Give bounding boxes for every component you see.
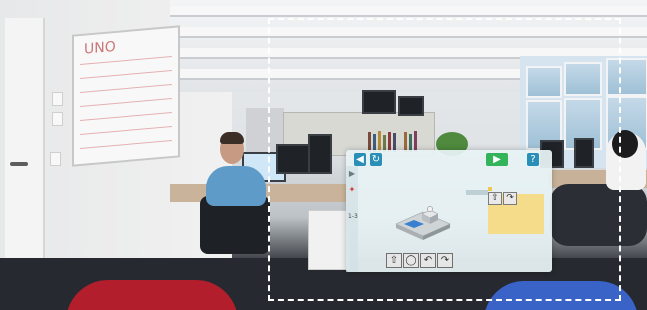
help-button[interactable]: ? bbox=[527, 153, 539, 166]
side-column: ▶ ✦ 1-3 bbox=[346, 166, 358, 272]
game-panel: ◀ ↻ ▶ ? ▶ ✦ 1-3 ⇧ ↷ ⇧ ◯ ↶ ↷ bbox=[346, 150, 552, 272]
turn-left-command-icon[interactable]: ↶ bbox=[420, 253, 436, 268]
photo-scene: UNO ◀ ↻ ▶ ? ▶ ✦ 1-3 ⇧ ↷ ⇧ ◯ ↶ ↷ bbox=[0, 0, 647, 310]
back-icon: ◀ bbox=[356, 154, 364, 165]
wall-socket bbox=[52, 112, 63, 126]
robot-icon bbox=[427, 206, 433, 212]
bulb-icon[interactable]: ✦ bbox=[348, 186, 356, 194]
help-icon: ? bbox=[530, 154, 536, 165]
turn-right-command-icon[interactable]: ↷ bbox=[437, 253, 453, 268]
door bbox=[5, 18, 45, 286]
function-marker bbox=[488, 187, 492, 191]
run-icon: ▶ bbox=[493, 154, 501, 165]
level-grid bbox=[395, 206, 451, 240]
wall-socket bbox=[52, 92, 63, 106]
wall-switch bbox=[50, 152, 61, 166]
function-slot-forward[interactable]: ⇧ bbox=[488, 192, 502, 205]
seated-person-hair bbox=[220, 132, 244, 144]
run-button[interactable]: ▶ bbox=[486, 153, 508, 166]
reload-button[interactable]: ↻ bbox=[370, 153, 382, 166]
whiteboard-heading: UNO bbox=[84, 38, 116, 58]
red-chair bbox=[66, 280, 238, 310]
light-command-icon[interactable]: ◯ bbox=[403, 253, 419, 268]
level-label: 1-3 bbox=[348, 213, 358, 220]
cursor-bar bbox=[466, 190, 488, 195]
function-slot-turn-right[interactable]: ↷ bbox=[503, 192, 517, 205]
back-button[interactable]: ◀ bbox=[354, 153, 366, 166]
whiteboard: UNO bbox=[72, 25, 180, 167]
door-handle bbox=[10, 162, 28, 166]
seated-person bbox=[206, 166, 266, 206]
play-icon[interactable]: ▶ bbox=[348, 170, 356, 178]
reload-icon: ↻ bbox=[371, 154, 381, 165]
forward-command-icon[interactable]: ⇧ bbox=[386, 253, 402, 268]
